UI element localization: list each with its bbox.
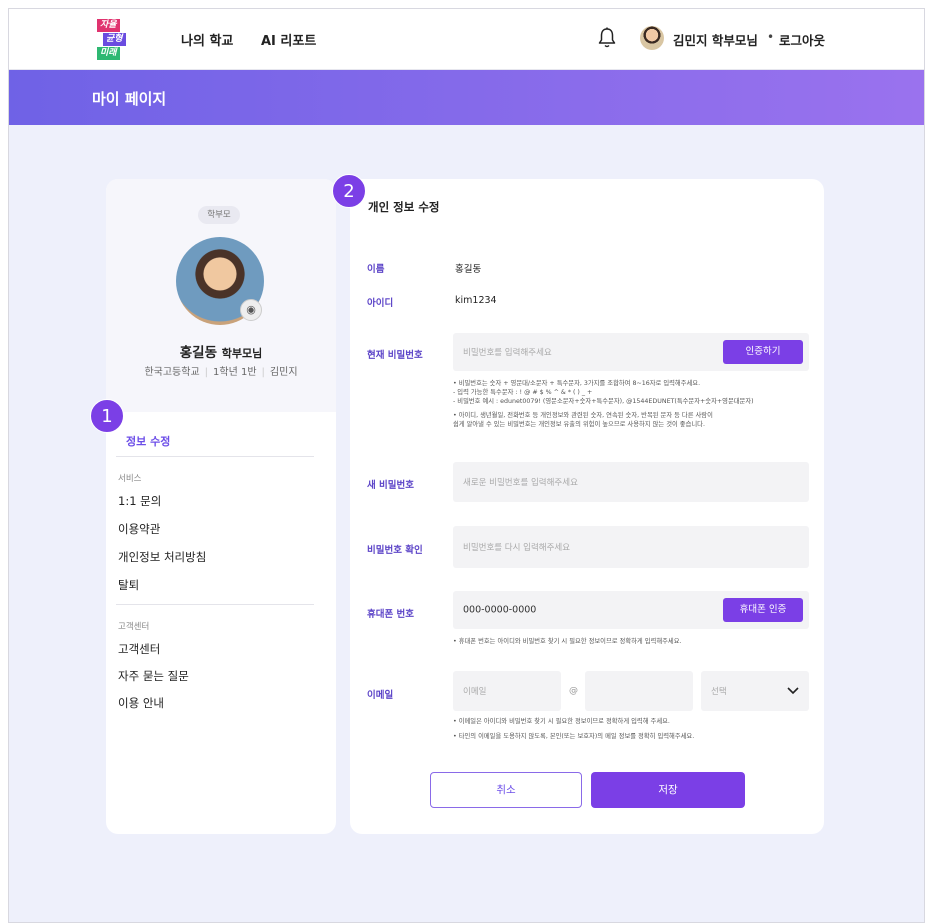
- page-title: 마이 페이지: [92, 90, 167, 108]
- user-name: 김민지 학부모님: [673, 33, 758, 48]
- confirm-password-field[interactable]: 비밀번호를 다시 입력해주세요: [453, 526, 809, 568]
- child-name: 김민지: [269, 367, 298, 378]
- nav-ai-report[interactable]: AI 리포트: [261, 30, 316, 49]
- sidebar-item-edit-info[interactable]: 정보 수정: [126, 433, 170, 449]
- phone-value: 000-0000-0000: [463, 604, 537, 616]
- name-label: 이름: [367, 264, 385, 275]
- id-label: 아이디: [367, 298, 394, 309]
- sidebar-item-guide[interactable]: 이용 안내: [118, 695, 164, 711]
- current-password-placeholder: 비밀번호를 입력해주세요: [463, 348, 552, 358]
- confirm-password-placeholder: 비밀번호를 다시 입력해주세요: [463, 543, 571, 553]
- bell-icon[interactable]: [597, 27, 617, 49]
- email-note: • 이메일은 아이디와 비밀번호 찾기 시 필요한 정보이므로 정확하게 입력해…: [453, 718, 670, 725]
- section-label-support: 고객센터: [118, 622, 150, 632]
- email-select-value: 선택: [711, 687, 727, 697]
- verify-button[interactable]: 인증하기: [723, 340, 803, 364]
- sidebar-item-privacy[interactable]: 개인정보 처리방침: [118, 549, 206, 565]
- sidebar-item-inquiry[interactable]: 1:1 문의: [118, 493, 161, 509]
- email-domain-field[interactable]: [585, 671, 693, 711]
- logo-word-3: 미래: [97, 47, 120, 60]
- annotation-marker-1: 1: [90, 399, 124, 433]
- profile-card: 학부모 ◉ 홍길동 학부모님 한국고등학교 | 1학년 1반 | 김민지: [106, 179, 336, 412]
- password-rule: • 비밀번호는 숫자 + 영문대/소문자 + 특수문자, 3가지를 조합하여 8…: [453, 380, 701, 387]
- sidebar-divider: [116, 456, 314, 457]
- new-password-label: 새 비밀번호: [367, 480, 415, 491]
- current-password-label: 현재 비밀번호: [367, 350, 423, 361]
- id-value: kim1234: [455, 295, 497, 306]
- password-rule: - 입력 가능한 특수문자 : ! @ # $ % ^ & * ( ) _ +: [453, 389, 593, 396]
- annotation-marker-2: 2: [332, 174, 366, 208]
- role-badge: 학부모: [198, 206, 240, 224]
- logo-word-2: 균형: [103, 33, 126, 46]
- profile-name: 홍길동 학부모님: [106, 341, 336, 361]
- logo-word-1: 자율: [97, 19, 120, 32]
- name-value: 홍길동: [455, 264, 482, 275]
- profile-name-text: 홍길동: [179, 345, 218, 361]
- edit-info-form: 개인 정보 수정 이름 홍길동 아이디 kim1234 현재 비밀번호 비밀번호…: [350, 179, 824, 834]
- current-password-field[interactable]: 비밀번호를 입력해주세요 인증하기: [453, 333, 809, 371]
- separator-dot: •: [767, 30, 775, 44]
- new-password-placeholder: 새로운 비밀번호를 입력해주세요: [463, 478, 578, 488]
- phone-field[interactable]: 000-0000-0000 휴대폰 인증: [453, 591, 809, 629]
- email-local-field[interactable]: 이메일: [453, 671, 561, 711]
- sidebar-item-terms[interactable]: 이용약관: [118, 521, 160, 537]
- phone-label: 휴대폰 번호: [367, 609, 415, 620]
- logout-link[interactable]: 로그아웃: [779, 30, 825, 49]
- confirm-password-label: 비밀번호 확인: [367, 545, 423, 556]
- sidebar-item-withdraw[interactable]: 탈퇴: [118, 577, 139, 593]
- profile-name-suffix: 학부모님: [221, 347, 263, 360]
- password-rule: - 비밀번호 예시 : edunet0079! (영문소문자+숫자+특수문자),…: [453, 398, 754, 405]
- email-placeholder: 이메일: [463, 687, 487, 697]
- email-at-symbol: @: [569, 686, 578, 696]
- new-password-field[interactable]: 새로운 비밀번호를 입력해주세요: [453, 462, 809, 502]
- password-rule: • 아이디, 생년월일, 전화번호 등 개인정보와 관련된 숫자, 연속된 숫자…: [453, 412, 713, 419]
- sidebar-item-faq[interactable]: 자주 묻는 질문: [118, 668, 189, 684]
- password-rules: • 비밀번호는 숫자 + 영문대/소문자 + 특수문자, 3가지를 조합하여 8…: [453, 379, 813, 429]
- email-domain-select[interactable]: 선택: [701, 671, 809, 711]
- phone-note: • 휴대폰 번호는 아이디와 비밀번호 찾기 시 필요한 정보이므로 정확하게 …: [453, 638, 682, 645]
- section-label-service: 서비스: [118, 474, 142, 484]
- save-button[interactable]: 저장: [591, 772, 745, 808]
- email-notes: • 이메일은 아이디와 비밀번호 찾기 시 필요한 정보이므로 정확하게 입력해…: [453, 717, 813, 741]
- logo[interactable]: 자율 균형 미래: [97, 19, 137, 61]
- sidebar-item-support[interactable]: 고객센터: [118, 641, 160, 657]
- password-rule: 쉽게 알아낼 수 있는 비밀번호는 개인정보 유출의 위험이 높으므로 사용하지…: [453, 421, 705, 428]
- sidebar-divider: [116, 604, 314, 605]
- class-info: 1학년 1반: [213, 367, 257, 378]
- user-avatar[interactable]: [640, 26, 664, 50]
- school-name: 한국고등학교: [144, 367, 200, 378]
- profile-sidebar: 학부모 ◉ 홍길동 학부모님 한국고등학교 | 1학년 1반 | 김민지 정보 수정 서…: [106, 179, 336, 834]
- email-label: 이메일: [367, 690, 394, 701]
- top-header: 자율 균형 미래 나의 학교 AI 리포트 김민지 학부모님 • 로그아웃: [9, 9, 924, 70]
- camera-icon[interactable]: ◉: [240, 299, 262, 321]
- nav-my-school[interactable]: 나의 학교: [181, 30, 233, 49]
- phone-verify-button[interactable]: 휴대폰 인증: [723, 598, 803, 622]
- form-title: 개인 정보 수정: [368, 200, 440, 214]
- chevron-down-icon: [787, 687, 799, 695]
- profile-school-info: 한국고등학교 | 1학년 1반 | 김민지: [144, 367, 298, 378]
- email-note: • 타인의 이메일을 도용하지 않도록, 본인(또는 보호자)의 메일 정보를 …: [453, 733, 695, 740]
- page-banner: 마이 페이지: [9, 70, 924, 125]
- cancel-button[interactable]: 취소: [430, 772, 582, 808]
- page-frame: 자율 균형 미래 나의 학교 AI 리포트 김민지 학부모님 • 로그아웃 마이…: [8, 8, 925, 923]
